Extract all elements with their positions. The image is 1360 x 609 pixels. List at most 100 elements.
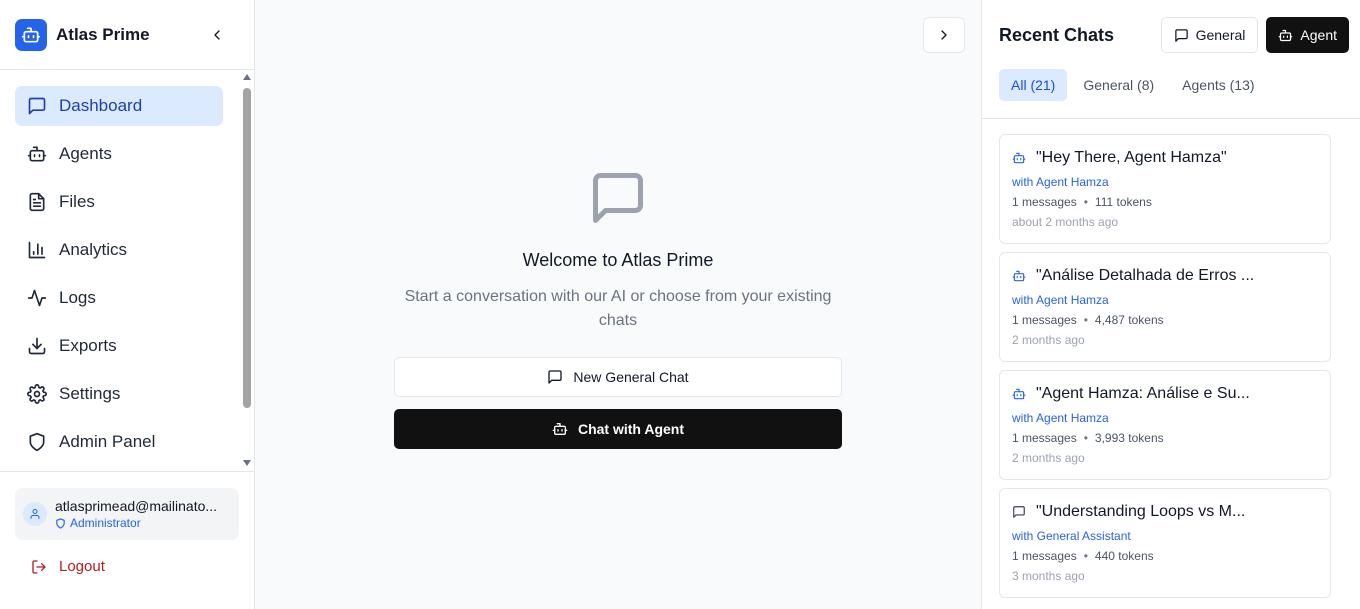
sidebar-item-files[interactable]: Files [15, 182, 223, 222]
logout-button[interactable]: Logout [15, 558, 239, 575]
chat-with-agent-button[interactable]: Chat with Agent [394, 409, 842, 449]
sidebar-footer: atlasprimead@mailinato... Administrator … [0, 471, 254, 609]
chat-meta: 1 messages • 440 tokens [1012, 549, 1318, 563]
chat-message-count: 1 messages [1012, 313, 1077, 327]
chat-token-count: 440 tokens [1094, 549, 1154, 563]
bot-icon [1012, 388, 1026, 400]
sidebar-item-agents[interactable]: Agents [15, 134, 223, 174]
sidebar-item-label: Dashboard [59, 96, 143, 115]
chat-title: "Understanding Loops vs M... [1036, 503, 1246, 520]
chat-time: 3 months ago [1012, 569, 1085, 583]
expand-panel-button[interactable] [923, 17, 965, 53]
sidebar-item-label: Settings [59, 384, 121, 403]
bullet-separator: • [1083, 431, 1088, 445]
chevron-right-icon [941, 30, 947, 40]
recent-chats-panel: Recent Chats General Agent All (21) Gene… [981, 0, 1360, 609]
sidebar-item-logs[interactable]: Logs [15, 278, 223, 318]
logout-icon [32, 559, 46, 574]
message-square-icon [1174, 28, 1188, 42]
bot-icon [1279, 29, 1293, 41]
chat-token-count: 4,487 tokens [1094, 313, 1164, 327]
chat-with-agent-label: Chat with Agent [577, 421, 685, 437]
chat-title-row: "Análise Detalhada de Erros ... [1012, 267, 1318, 285]
user-avatar-icon [23, 502, 47, 526]
agent-button-label: Agent [1300, 27, 1337, 43]
chat-message-count: 1 messages [1012, 431, 1077, 445]
chat-with: with Agent Hamza [1012, 293, 1109, 307]
chat-title-row: "Agent Hamza: Análise e Su... [1012, 385, 1318, 403]
general-button-label: General [1195, 27, 1246, 43]
gear-icon [27, 384, 47, 404]
welcome-section: Welcome to Atlas Prime Start a conversat… [394, 168, 842, 449]
bullet-separator: • [1083, 195, 1088, 209]
chat-title: "Agent Hamza: Análise e Su... [1036, 385, 1250, 402]
sidebar-item-label: Agents [59, 144, 112, 163]
chat-meta: 1 messages • 4,487 tokens [1012, 313, 1318, 327]
user-email: atlasprimead@mailinato... [55, 498, 218, 514]
chat-title-row: "Understanding Loops vs M... [1012, 503, 1318, 521]
collapse-sidebar-button[interactable] [207, 25, 227, 45]
sidebar-item-label: Files [59, 192, 95, 211]
panel-header: Recent Chats General Agent [999, 17, 1349, 53]
welcome-title: Welcome to Atlas Prime [522, 250, 714, 270]
chat-list: "Hey There, Agent Hamza" with Agent Hamz… [999, 134, 1331, 606]
sidebar-item-label: Logs [59, 288, 96, 307]
chat-card[interactable]: "Understanding Loops vs M... with Genera… [999, 488, 1331, 598]
chat-card[interactable]: "Agent Hamza: Análise e Su... with Agent… [999, 370, 1331, 480]
chat-meta: 1 messages • 111 tokens [1012, 195, 1318, 209]
scroll-down-arrow-icon[interactable] [243, 460, 251, 466]
sidebar-scrollbar[interactable] [240, 72, 254, 468]
download-icon [27, 336, 47, 356]
tab-all[interactable]: All (21) [999, 69, 1068, 101]
message-square-icon [1013, 506, 1025, 518]
chat-with: with Agent Hamza [1012, 411, 1109, 425]
brand-name: Atlas Prime [56, 24, 150, 44]
chat-token-count: 3,993 tokens [1094, 431, 1164, 445]
user-card[interactable]: atlasprimead@mailinato... Administrator [15, 488, 239, 540]
bot-logo-icon [15, 18, 47, 51]
message-square-icon [394, 168, 842, 228]
scroll-up-arrow-icon[interactable] [243, 74, 251, 80]
sidebar-item-admin-panel[interactable]: Admin Panel [15, 422, 223, 462]
sidebar-item-label: Analytics [59, 240, 128, 259]
chevron-left-icon [214, 29, 220, 40]
new-general-chat-label: New General Chat [573, 369, 689, 385]
sidebar: Atlas Prime Dashboard Agents Files Analy… [0, 0, 255, 609]
chat-meta: 1 messages • 3,993 tokens [1012, 431, 1318, 445]
chat-message-count: 1 messages [1012, 195, 1077, 209]
user-role: Administrator [55, 516, 217, 530]
chat-time: 2 months ago [1012, 451, 1085, 465]
sidebar-item-label: Exports [59, 336, 117, 355]
bullet-separator: • [1083, 549, 1088, 563]
sidebar-item-exports[interactable]: Exports [15, 326, 223, 366]
bot-icon [27, 144, 47, 164]
bot-icon [1012, 270, 1026, 282]
chat-with: with Agent Hamza [1012, 175, 1109, 189]
message-square-icon [27, 96, 47, 116]
sidebar-item-label: Admin Panel [59, 432, 156, 451]
welcome-subtitle: Start a conversation with our AI or choo… [404, 288, 832, 329]
shield-icon [56, 517, 65, 529]
new-agent-button[interactable]: Agent [1266, 17, 1349, 53]
tab-agents[interactable]: Agents (13) [1170, 69, 1266, 101]
sidebar-item-settings[interactable]: Settings [15, 374, 223, 414]
panel-divider [982, 118, 1360, 119]
chat-with: with General Assistant [1012, 529, 1131, 543]
logout-label: Logout [59, 558, 105, 575]
chat-card[interactable]: "Hey There, Agent Hamza" with Agent Hamz… [999, 134, 1331, 244]
bot-icon [552, 423, 568, 435]
scrollbar-thumb[interactable] [243, 88, 251, 408]
new-general-button[interactable]: General [1160, 17, 1259, 53]
bot-icon [1012, 152, 1026, 164]
bar-chart-icon [27, 240, 47, 260]
sidebar-item-analytics[interactable]: Analytics [15, 230, 223, 270]
sidebar-item-dashboard[interactable]: Dashboard [15, 86, 223, 126]
chat-time: about 2 months ago [1012, 215, 1119, 229]
brand-header: Atlas Prime [0, 0, 254, 70]
user-info: atlasprimead@mailinato... Administrator [55, 498, 217, 530]
new-general-chat-button[interactable]: New General Chat [394, 357, 842, 397]
tab-general[interactable]: General (8) [1071, 69, 1166, 101]
chat-title-row: "Hey There, Agent Hamza" [1012, 149, 1318, 167]
chat-card[interactable]: "Análise Detalhada de Erros ... with Age… [999, 252, 1331, 362]
bullet-separator: • [1083, 313, 1088, 327]
